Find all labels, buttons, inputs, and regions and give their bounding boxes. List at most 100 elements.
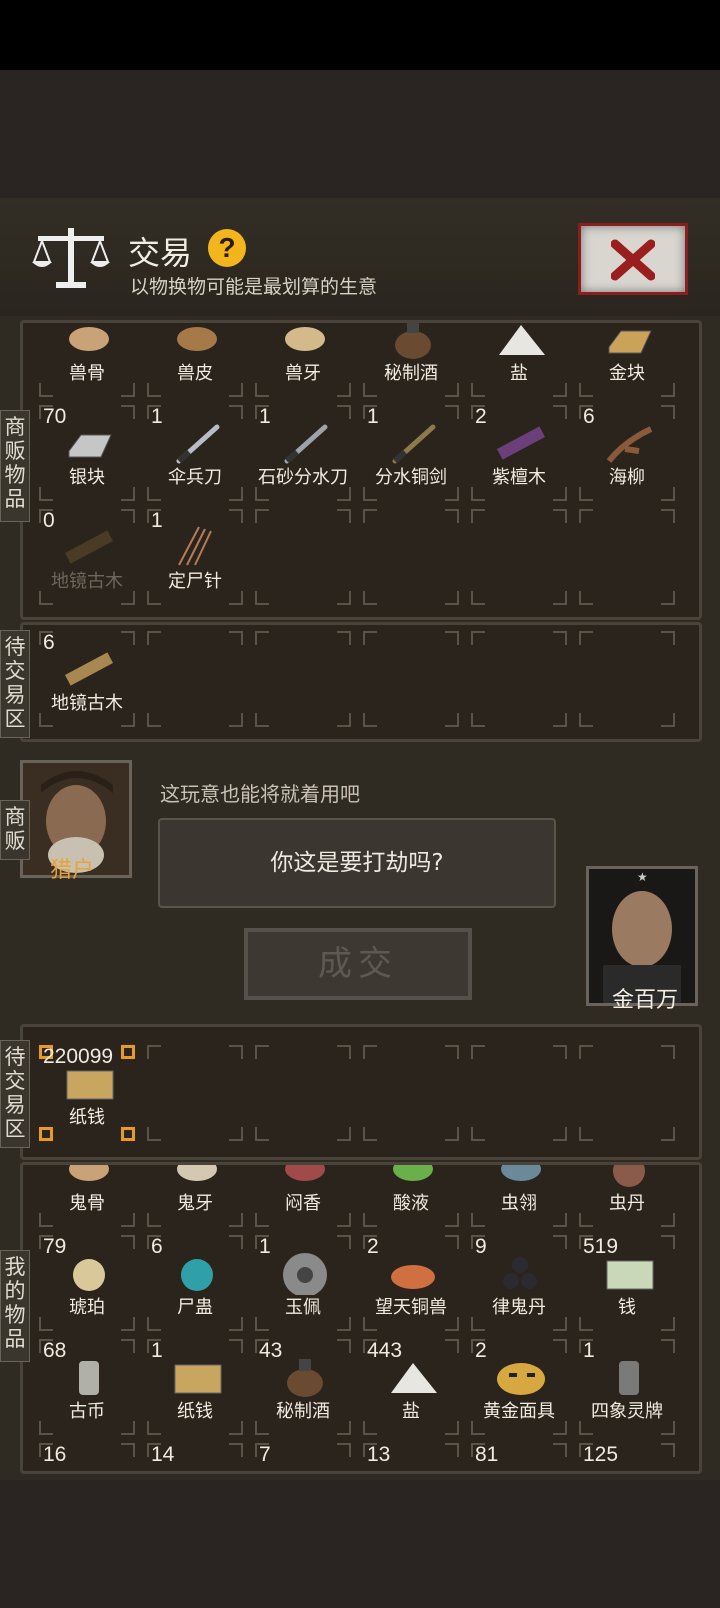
item-name: 鬼牙 bbox=[177, 1193, 213, 1214]
item-name: 地镜古木 bbox=[51, 693, 123, 714]
item-name: 古币 bbox=[69, 1401, 105, 1422]
item-slot[interactable]: 2 望天铜兽 bbox=[363, 1235, 459, 1331]
item-count: 1 bbox=[151, 509, 163, 532]
item-name: 秘制酒 bbox=[384, 363, 438, 384]
my-goods-section: 鬼骨 鬼牙 闷香 酸液 虫翎 虫丹 79 琥珀 6 尸蛊 1 玉佩 2 望天铜兽 9 律鬼丹 519 钱 68 古币 1… bbox=[20, 1162, 702, 1474]
item-name: 伞兵刀 bbox=[168, 467, 222, 488]
item-slot[interactable]: 闷香 bbox=[255, 1165, 351, 1227]
coin-icon bbox=[79, 1361, 99, 1395]
item-slot[interactable]: 70 银块 bbox=[39, 405, 135, 501]
item-slot[interactable]: 鬼牙 bbox=[147, 1165, 243, 1227]
item-slot[interactable]: 1 四象灵牌 bbox=[579, 1339, 675, 1435]
item-count: 9 bbox=[475, 1235, 487, 1258]
tab-pending-top[interactable]: 待 交 易 区 bbox=[0, 630, 30, 738]
empty-slot[interactable]: 13 bbox=[363, 1443, 459, 1471]
item-slot[interactable]: 兽牙 bbox=[255, 323, 351, 397]
item-slot[interactable]: 鬼骨 bbox=[39, 1165, 135, 1227]
item-slot[interactable]: 443 盐 bbox=[363, 1339, 459, 1435]
close-icon bbox=[611, 239, 655, 281]
deal-button[interactable]: 成交 bbox=[244, 928, 472, 1000]
wood-plank-icon bbox=[64, 652, 114, 686]
status-bar bbox=[0, 0, 720, 70]
sword-icon bbox=[392, 424, 436, 464]
empty-slot[interactable] bbox=[471, 509, 567, 605]
item-slot[interactable]: 6 海柳 bbox=[579, 405, 675, 501]
empty-slot[interactable] bbox=[255, 509, 351, 605]
item-count: 70 bbox=[43, 405, 67, 428]
item-count: 6 bbox=[583, 405, 595, 428]
empty-slot[interactable]: 81 bbox=[471, 1443, 567, 1471]
fang-icon bbox=[177, 1165, 217, 1181]
scale-icon bbox=[32, 228, 110, 288]
item-name: 闷香 bbox=[285, 1193, 321, 1214]
item-slot[interactable]: 68 古币 bbox=[39, 1339, 135, 1435]
item-slot[interactable]: 1 定尸针 bbox=[147, 509, 243, 605]
empty-slot[interactable] bbox=[363, 631, 459, 727]
item-name: 兽骨 bbox=[69, 363, 105, 384]
empty-slot[interactable] bbox=[363, 1045, 459, 1141]
fang-icon bbox=[285, 327, 325, 351]
empty-slot[interactable]: 16 bbox=[39, 1443, 135, 1471]
empty-slot[interactable] bbox=[579, 509, 675, 605]
empty-slot[interactable] bbox=[255, 631, 351, 727]
empty-slot[interactable] bbox=[471, 631, 567, 727]
item-slot[interactable]: 秘制酒 bbox=[363, 323, 459, 397]
item-name: 尸蛊 bbox=[177, 1297, 213, 1318]
item-slot[interactable]: 220099 纸钱 bbox=[39, 1045, 135, 1141]
item-name: 律鬼丹 bbox=[492, 1297, 546, 1318]
item-slot[interactable]: 1 伞兵刀 bbox=[147, 405, 243, 501]
item-slot[interactable]: 1 纸钱 bbox=[147, 1339, 243, 1435]
item-slot[interactable]: 1 石砂分水刀 bbox=[255, 405, 351, 501]
item-slot[interactable]: 79 琥珀 bbox=[39, 1235, 135, 1331]
close-button[interactable] bbox=[578, 223, 688, 295]
merchant-remark: 这玩意也能将就着用吧 bbox=[160, 782, 360, 806]
item-slot[interactable]: 9 律鬼丹 bbox=[471, 1235, 567, 1331]
pills-icon bbox=[503, 1257, 537, 1289]
player-pending-section: 220099 纸钱 bbox=[20, 1024, 702, 1160]
knife-icon bbox=[176, 424, 220, 464]
silver-bar-icon bbox=[68, 434, 112, 458]
wine-jar-icon bbox=[287, 1359, 323, 1397]
item-slot[interactable]: 6 地镜古木 bbox=[39, 631, 135, 727]
empty-slot[interactable] bbox=[579, 1045, 675, 1141]
item-count: 519 bbox=[583, 1235, 619, 1258]
item-slot[interactable]: 43 秘制酒 bbox=[255, 1339, 351, 1435]
empty-slot[interactable] bbox=[363, 509, 459, 605]
tab-merchant[interactable]: 商 贩 bbox=[0, 800, 30, 860]
empty-slot[interactable]: 125 bbox=[579, 1443, 675, 1471]
item-slot[interactable]: 虫丹 bbox=[579, 1165, 675, 1227]
empty-slot[interactable] bbox=[147, 631, 243, 727]
item-slot[interactable]: 兽骨 bbox=[39, 323, 135, 397]
item-slot[interactable]: 1 玉佩 bbox=[255, 1235, 351, 1331]
item-slot[interactable]: 兽皮 bbox=[147, 323, 243, 397]
empty-slot[interactable] bbox=[255, 1045, 351, 1141]
item-name: 盐 bbox=[402, 1401, 420, 1422]
item-slot[interactable]: 1 分水铜剑 bbox=[363, 405, 459, 501]
branch-icon bbox=[606, 426, 653, 463]
empty-slot[interactable] bbox=[471, 1045, 567, 1141]
item-count: 2 bbox=[367, 1235, 379, 1258]
empty-slot[interactable] bbox=[147, 1045, 243, 1141]
knife-icon bbox=[284, 424, 328, 464]
tab-merchant-goods[interactable]: 商 贩 物 品 bbox=[0, 410, 30, 522]
wine-jar-icon bbox=[395, 323, 431, 359]
empty-slot[interactable] bbox=[579, 631, 675, 727]
item-slot[interactable]: 519 钱 bbox=[579, 1235, 675, 1331]
item-slot[interactable]: 盐 bbox=[471, 323, 567, 397]
empty-slot[interactable]: 14 bbox=[147, 1443, 243, 1471]
item-slot[interactable]: 金块 bbox=[579, 323, 675, 397]
tab-pending-bottom[interactable]: 待 交 易 区 bbox=[0, 1040, 30, 1148]
item-slot[interactable]: 6 尸蛊 bbox=[147, 1235, 243, 1331]
item-slot[interactable]: 虫翎 bbox=[471, 1165, 567, 1227]
item-slot[interactable]: 0 地镜古木 bbox=[39, 509, 135, 605]
tab-my-goods[interactable]: 我 的 物 品 bbox=[0, 1250, 30, 1362]
item-slot[interactable]: 酸液 bbox=[363, 1165, 459, 1227]
help-icon[interactable]: ? bbox=[208, 229, 246, 267]
item-name: 定尸针 bbox=[168, 571, 222, 592]
item-count: 1 bbox=[259, 1235, 271, 1258]
item-slot[interactable]: 2 紫檀木 bbox=[471, 405, 567, 501]
empty-slot[interactable]: 7 bbox=[255, 1443, 351, 1471]
dialog-text: 你这是要打劫吗? bbox=[270, 850, 444, 876]
item-slot[interactable]: 2 黄金面具 bbox=[471, 1339, 567, 1435]
item-count: 16 bbox=[43, 1443, 67, 1466]
